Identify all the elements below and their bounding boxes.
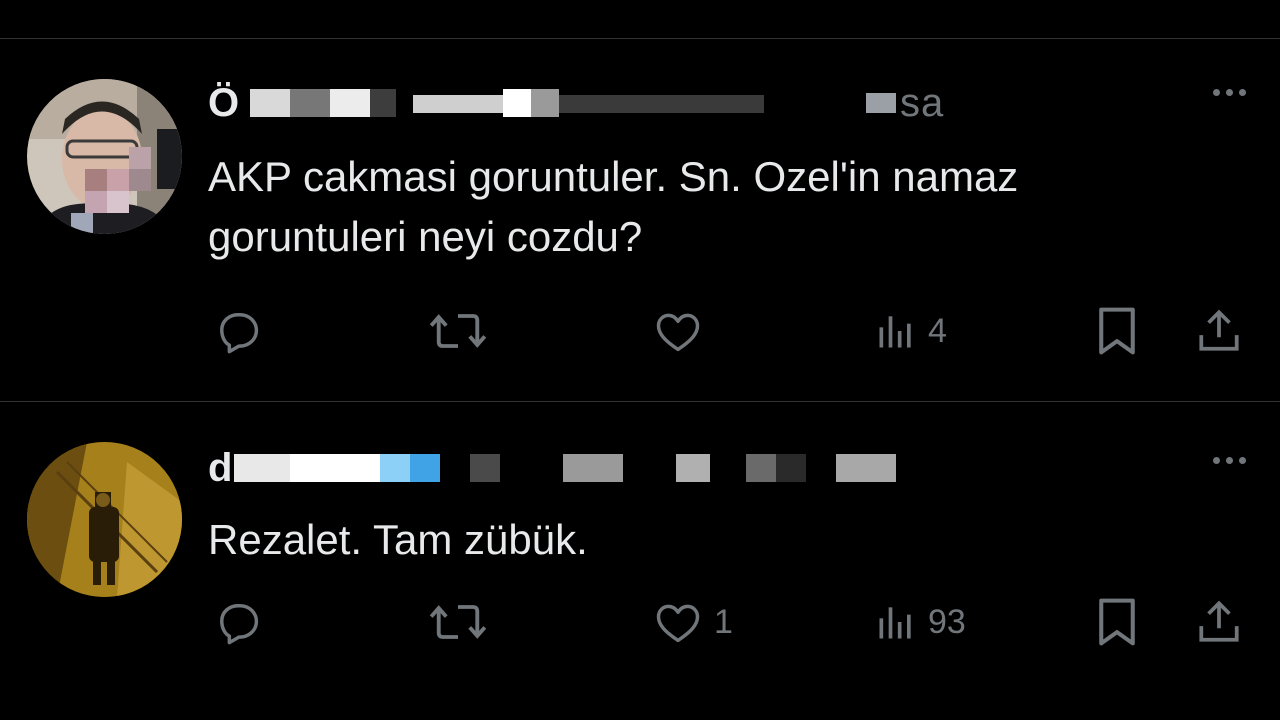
- redaction-block: [413, 95, 503, 113]
- dot: [1226, 89, 1233, 96]
- retweet-button[interactable]: [428, 592, 498, 652]
- tweet-actions: 1 93: [0, 592, 1280, 652]
- redaction-block: [836, 454, 896, 482]
- author-name-redacted-initial[interactable]: d: [208, 446, 232, 490]
- views-bar-chart-icon: [879, 607, 911, 639]
- share-button[interactable]: [1194, 301, 1244, 361]
- heart-icon: [656, 604, 700, 643]
- avatar[interactable]: [27, 79, 182, 234]
- like-button[interactable]: 1: [652, 592, 733, 652]
- views-bar-chart-icon: [879, 316, 911, 348]
- bookmark-button[interactable]: [1094, 301, 1140, 361]
- dot: [1239, 457, 1246, 464]
- avatar[interactable]: [27, 442, 182, 597]
- avatar-photo: [27, 79, 182, 234]
- redaction-block: [410, 454, 440, 482]
- reply-button[interactable]: [212, 592, 274, 652]
- like-button[interactable]: [652, 301, 714, 361]
- reply-button[interactable]: [212, 301, 274, 361]
- retweet-arrows-icon: [429, 605, 487, 639]
- bookmark-icon: [1099, 598, 1135, 646]
- tweet-1[interactable]: Ö sa AKP cakmasi goruntuler. Sn. Ozel'in…: [0, 39, 1280, 401]
- more-dots-icon[interactable]: [1213, 457, 1246, 464]
- tweet-header: d: [208, 446, 1208, 490]
- share-upload-icon: [1199, 309, 1239, 351]
- redaction-block: [746, 454, 776, 482]
- timeline-feed: Ö sa AKP cakmasi goruntuler. Sn. Ozel'in…: [0, 0, 1280, 720]
- dot: [1213, 89, 1220, 96]
- redaction-block: [531, 89, 559, 117]
- redaction-block: [380, 454, 410, 482]
- dot: [1239, 89, 1246, 96]
- bookmark-button[interactable]: [1094, 592, 1140, 652]
- retweet-button[interactable]: [428, 301, 498, 361]
- retweet-arrows-icon: [429, 314, 487, 348]
- redaction-block: [290, 454, 380, 482]
- share-button[interactable]: [1194, 592, 1244, 652]
- redaction-block: [330, 89, 370, 117]
- redaction-block: [676, 454, 710, 482]
- avatar-photo: [27, 442, 182, 597]
- bookmark-icon: [1099, 307, 1135, 355]
- reply-bubble-icon: [220, 313, 259, 354]
- redaction-block: [290, 89, 330, 117]
- dot: [1226, 457, 1233, 464]
- more-dots-icon[interactable]: [1213, 89, 1246, 96]
- redaction-block: [470, 454, 500, 482]
- redaction-block: [250, 89, 290, 117]
- views-button[interactable]: 4: [874, 301, 947, 361]
- redaction-block: [559, 95, 764, 113]
- share-upload-icon: [1199, 600, 1239, 642]
- views-count: 93: [928, 602, 966, 641]
- reply-bubble-icon: [220, 604, 259, 645]
- redaction-block: [370, 89, 396, 117]
- views-count: 4: [928, 311, 947, 350]
- redaction-block: [503, 89, 531, 117]
- heart-icon: [656, 313, 700, 352]
- tweet-text: Rezalet. Tam zübük.: [208, 516, 588, 563]
- redaction-block: [776, 454, 806, 482]
- like-count: 1: [714, 602, 733, 641]
- dot: [1213, 457, 1220, 464]
- redaction-block: [234, 454, 290, 482]
- views-button[interactable]: 93: [874, 592, 966, 652]
- tweet-header: Ö sa: [208, 81, 1208, 125]
- tweet-2[interactable]: d Rezalet. Tam zübük. 1 93: [0, 402, 1280, 720]
- redaction-block: [563, 454, 623, 482]
- redaction-block: [866, 93, 896, 113]
- handle-text[interactable]: sa: [900, 81, 944, 125]
- author-name-redacted-initial[interactable]: Ö: [208, 81, 239, 125]
- tweet-actions: 4: [0, 301, 1280, 361]
- tweet-text: AKP cakmasi goruntuler. Sn. Ozel'in nama…: [208, 153, 1019, 260]
